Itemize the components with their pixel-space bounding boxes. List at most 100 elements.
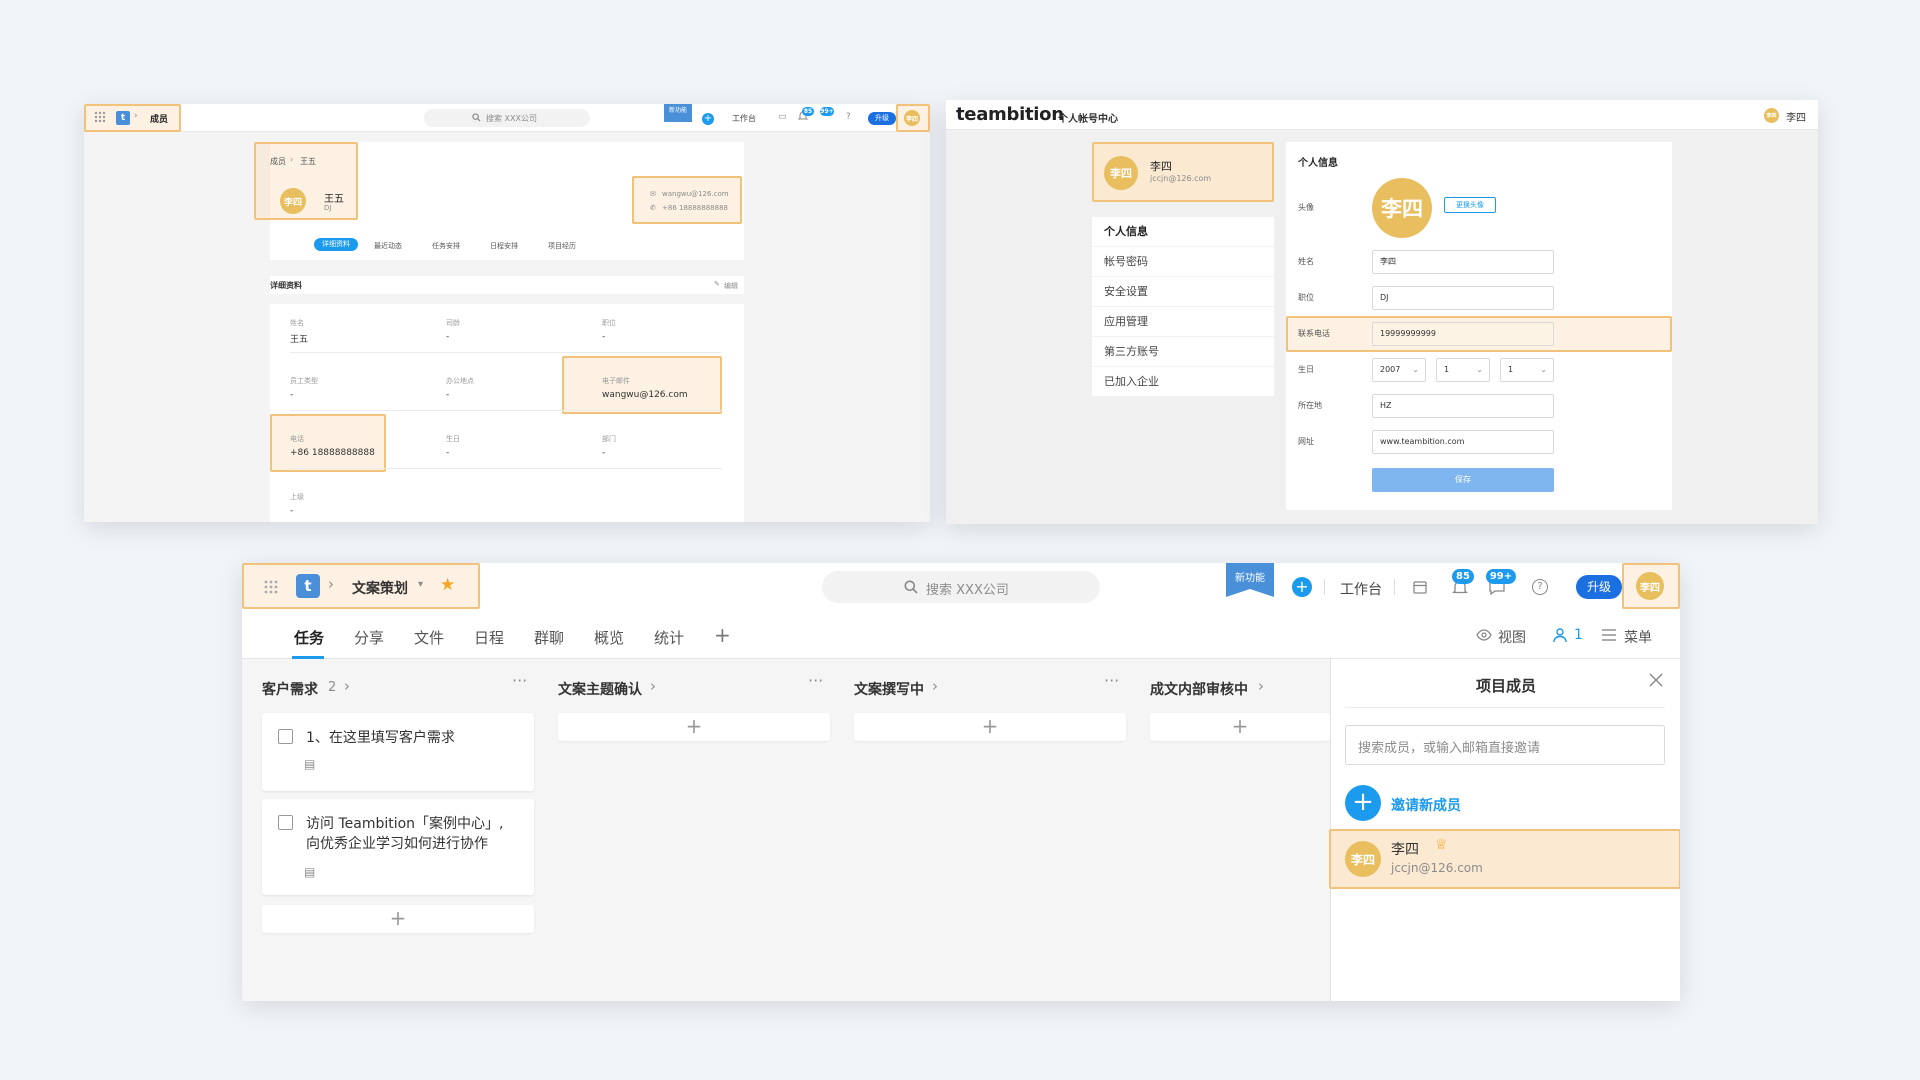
top-user-name[interactable]: 李四: [1786, 109, 1806, 124]
profile-avatar: 李四: [1104, 156, 1138, 190]
apps-grid-icon[interactable]: [94, 111, 106, 123]
chevron-right-icon[interactable]: ›: [344, 677, 350, 695]
field-manager: 上级 -: [290, 493, 304, 516]
calendar-icon[interactable]: ▭: [778, 112, 787, 122]
add-icon[interactable]: +: [702, 113, 714, 125]
apps-grid-icon[interactable]: [264, 580, 278, 594]
task-checkbox[interactable]: [278, 815, 293, 830]
member-row[interactable]: 李四 李四 ♕ jccjn@126.com: [1331, 829, 1680, 889]
phone-input[interactable]: 19999999999: [1372, 322, 1554, 346]
avatar[interactable]: 李四: [1636, 572, 1664, 600]
search-input[interactable]: 搜索 XXX公司: [424, 109, 590, 127]
more-icon[interactable]: ···: [1104, 671, 1119, 690]
breadcrumb-members[interactable]: 成员: [150, 112, 168, 125]
calendar-icon[interactable]: [1412, 579, 1428, 595]
tab-projects[interactable]: 项目经历: [548, 241, 576, 251]
add-task-button[interactable]: +: [262, 905, 534, 933]
profile-name: 李四: [1150, 160, 1172, 173]
tab-statistics[interactable]: 统计: [654, 627, 684, 648]
invite-add-icon[interactable]: +: [1345, 785, 1381, 821]
more-icon[interactable]: ···: [808, 671, 823, 690]
title-input[interactable]: DJ: [1372, 286, 1554, 310]
tab-schedule[interactable]: 日程: [474, 627, 504, 648]
edit-icon[interactable]: ✎: [714, 280, 720, 288]
add-tab-icon[interactable]: +: [714, 623, 731, 647]
add-task-button[interactable]: +: [558, 713, 830, 741]
chevron-right-icon[interactable]: ›: [650, 677, 656, 695]
big-avatar: 李四: [1372, 178, 1432, 238]
chevron-right-icon[interactable]: ›: [932, 677, 938, 695]
menu-joined-orgs[interactable]: 已加入企业: [1092, 366, 1274, 396]
new-feature-button[interactable]: 新功能: [664, 104, 692, 122]
workbench-link[interactable]: 工作台: [732, 113, 756, 124]
edit-link[interactable]: 编辑: [724, 281, 738, 291]
view-button[interactable]: 视图: [1498, 627, 1526, 647]
contact-email[interactable]: wangwu@126.com: [662, 190, 729, 198]
add-task-button[interactable]: +: [854, 713, 1126, 741]
tab-detail[interactable]: 详细资料: [314, 238, 358, 251]
menu-security[interactable]: 安全设置: [1092, 276, 1274, 306]
menu-personal-info[interactable]: 个人信息: [1092, 216, 1274, 246]
tab-tasks[interactable]: 任务安排: [432, 241, 460, 251]
menu-third-party[interactable]: 第三方账号: [1092, 336, 1274, 366]
project-name[interactable]: 文案策划: [352, 578, 408, 598]
help-icon[interactable]: ?: [846, 112, 851, 122]
user-avatar: 李四: [280, 188, 306, 214]
name-input[interactable]: 李四: [1372, 250, 1554, 274]
invite-member-link[interactable]: 邀请新成员: [1391, 795, 1461, 815]
upgrade-button[interactable]: 升级: [1576, 575, 1622, 599]
task-card[interactable]: 访问 Teambition「案例中心」, 向优秀企业学习如何进行协作 ▤: [262, 799, 534, 895]
field-phone: 电话 +86 18888888888: [290, 435, 375, 458]
add-task-button[interactable]: +: [1150, 713, 1330, 741]
active-tab-indicator: [292, 656, 324, 659]
task-card[interactable]: 1、在这里填写客户需求 ▤: [262, 713, 534, 791]
save-button[interactable]: 保存: [1372, 468, 1554, 492]
eye-icon[interactable]: [1476, 629, 1492, 641]
caret-down-icon[interactable]: ▾: [418, 579, 423, 590]
top-avatar[interactable]: 李四: [1764, 108, 1779, 123]
contact-phone[interactable]: +86 18888888888: [662, 204, 728, 212]
star-icon[interactable]: ★: [440, 575, 455, 595]
tab-schedule[interactable]: 日程安排: [490, 241, 518, 251]
member-count[interactable]: 1: [1574, 627, 1583, 643]
tab-recent[interactable]: 最近动态: [374, 241, 402, 251]
label-avatar: 头像: [1298, 203, 1314, 212]
help-icon[interactable]: ?: [1532, 579, 1548, 595]
birthday-day-select[interactable]: 1 ⌄: [1500, 358, 1554, 382]
member-search-input[interactable]: 搜索成员，或输入邮箱直接邀请: [1345, 725, 1665, 765]
tab-tasks[interactable]: 任务: [294, 627, 324, 648]
website-input[interactable]: www.teambition.com: [1372, 430, 1554, 454]
search-input[interactable]: 搜索 XXX公司: [822, 571, 1100, 603]
tab-files[interactable]: 文件: [414, 627, 444, 648]
path-parent[interactable]: 成员: [270, 156, 286, 167]
upgrade-button[interactable]: 升级: [868, 112, 896, 125]
workbench-link[interactable]: 工作台: [1340, 579, 1382, 599]
menu-icon[interactable]: [1602, 629, 1616, 641]
chevron-down-icon: ⌄: [1476, 365, 1483, 374]
teambition-logo-icon[interactable]: t: [296, 574, 320, 598]
close-icon[interactable]: [1649, 673, 1663, 687]
new-feature-button[interactable]: 新功能: [1226, 563, 1274, 597]
menu-account-password[interactable]: 帐号密码: [1092, 246, 1274, 276]
project-tabs: 任务 分享 文件 日程 群聊 概览 统计 + 视图 1 菜单: [242, 613, 1680, 659]
brand-logo[interactable]: teambition: [956, 104, 1064, 125]
task-checkbox[interactable]: [278, 729, 293, 744]
tab-overview[interactable]: 概览: [594, 627, 624, 648]
tab-share[interactable]: 分享: [354, 627, 384, 648]
members-icon[interactable]: [1552, 627, 1568, 643]
note-icon: ▤: [304, 757, 316, 771]
teambition-logo-icon[interactable]: t: [116, 111, 130, 125]
menu-apps[interactable]: 应用管理: [1092, 306, 1274, 336]
menu-button[interactable]: 菜单: [1624, 627, 1652, 647]
avatar[interactable]: 李四: [904, 110, 920, 126]
more-icon[interactable]: ···: [512, 671, 527, 690]
location-input[interactable]: HZ: [1372, 394, 1554, 418]
chevron-right-icon[interactable]: ›: [1258, 677, 1264, 695]
birthday-month-select[interactable]: 1 ⌄: [1436, 358, 1490, 382]
tab-group-chat[interactable]: 群聊: [534, 627, 564, 648]
search-placeholder: 搜索 XXX公司: [486, 114, 537, 123]
birthday-year-select[interactable]: 2007 ⌄: [1372, 358, 1426, 382]
row-divider: [290, 468, 722, 469]
change-avatar-button[interactable]: 更换头像: [1444, 197, 1496, 213]
add-icon[interactable]: +: [1292, 577, 1312, 597]
